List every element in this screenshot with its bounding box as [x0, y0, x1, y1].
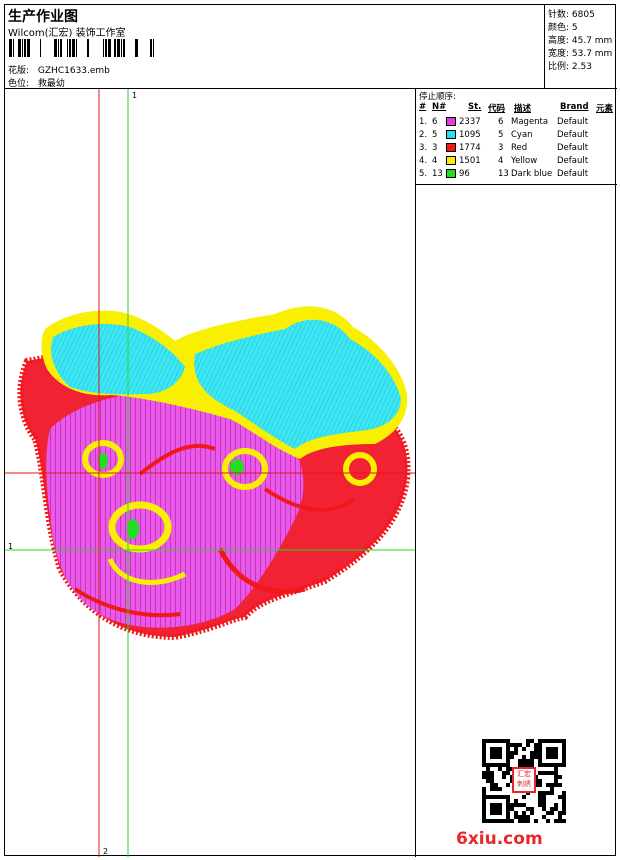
thread-description: Dark blue [511, 169, 553, 179]
col-stitches: St. [468, 102, 482, 112]
stop-row: 2. 5 1095 5 Cyan Default [416, 130, 617, 143]
thread-color-swatch [446, 117, 456, 126]
stamp-logo: 汇宏 刺绣 [512, 767, 536, 793]
green-guide-left-label: 1 [8, 542, 14, 551]
thread-brand: Default [557, 156, 589, 166]
col-element: 元素 [596, 104, 614, 114]
needle-number: 13 [432, 169, 443, 179]
scale-ratio: 比例: 2.53 [548, 62, 592, 72]
thread-brand: Default [557, 117, 589, 127]
design-file-name: GZHC1633.emb [37, 66, 110, 76]
green-nose-mark [127, 519, 139, 539]
thread-code: 3 [498, 143, 504, 153]
thread-description: Magenta [511, 117, 549, 127]
stats-panel: 针数: 6805 颜色: 5 高度: 45.7 mm 宽度: 53.7 mm 比… [545, 5, 617, 89]
stop-index: 4. [419, 156, 428, 166]
needle-number: 4 [432, 156, 438, 166]
design-file-row: 花版: GZHC1633.emb [8, 63, 110, 76]
design-height: 高度: 45.7 mm [548, 36, 613, 46]
red-guide-bottom-label: 2 [103, 847, 109, 856]
embroidery-preview [5, 89, 415, 857]
thread-brand: Default [557, 130, 589, 140]
col-brand: Brand [560, 102, 589, 112]
site-watermark: 6xiu.com [456, 829, 543, 849]
stop-index: 1. [419, 117, 428, 127]
thread-color-swatch [446, 156, 456, 165]
stitch-count: 针数: 6805 [548, 10, 595, 20]
thread-color-swatch [446, 169, 456, 178]
needle-number: 3 [432, 143, 438, 153]
colorway-value: 救最幼 [37, 79, 65, 89]
stop-index: 3. [419, 143, 428, 153]
thread-color-swatch [446, 143, 456, 152]
stop-sequence-title: 停止顺序: [419, 92, 456, 102]
stitch-count-cell: 1095 [459, 130, 481, 140]
stop-index: 5. [419, 169, 428, 179]
col-description: 描述 [514, 104, 532, 114]
stitch-count-cell: 2337 [459, 117, 481, 127]
color-count: 颜色: 5 [548, 23, 578, 33]
stop-row: 3. 3 1774 3 Red Default [416, 143, 617, 156]
studio-name: Wilcom(汇宏) 装饰工作室 [8, 28, 126, 39]
thread-code: 5 [498, 130, 504, 140]
stop-sequence-table: 停止顺序: # N# St. 代码 描述 Brand 元素 1. 6 2337 6 Ma… [416, 89, 617, 185]
stop-sequence-columns: # N# St. 代码 描述 Brand 元素 [416, 102, 617, 114]
worksheet-frame: 生产作业图 Wilcom(汇宏) 装饰工作室 花版: GZHC1633.emb … [4, 4, 617, 857]
page-title: 生产作业图 [8, 9, 78, 25]
thread-description: Cyan [511, 130, 533, 140]
needle-number: 5 [432, 130, 438, 140]
stitch-count-cell: 1774 [459, 143, 481, 153]
colorway-row: 色位: 救最幼 [8, 76, 65, 89]
thread-brand: Default [557, 143, 589, 153]
thread-code: 6 [498, 117, 504, 127]
needle-number: 6 [432, 117, 438, 127]
design-canvas: 1 1 2 [5, 89, 416, 857]
design-file-label: 花版: [8, 66, 30, 76]
stop-row: 1. 6 2337 6 Magenta Default [416, 117, 617, 130]
thread-description: Red [511, 143, 528, 153]
thread-code: 4 [498, 156, 504, 166]
header-panel: 生产作业图 Wilcom(汇宏) 装饰工作室 花版: GZHC1633.emb … [5, 5, 545, 89]
stitch-count-cell: 1501 [459, 156, 481, 166]
stop-index: 2. [419, 130, 428, 140]
stop-row: 4. 4 1501 4 Yellow Default [416, 156, 617, 169]
col-needle: N# [432, 102, 447, 112]
col-index: # [419, 102, 427, 112]
thread-description: Yellow [511, 156, 538, 166]
design-width: 宽度: 53.7 mm [548, 49, 613, 59]
thread-color-swatch [446, 130, 456, 139]
thread-code: 13 [498, 169, 509, 179]
side-panel: 停止顺序: # N# St. 代码 描述 Brand 元素 1. 6 2337 6 Ma… [416, 89, 617, 857]
green-guide-top-label: 1 [132, 91, 138, 100]
stitch-count-cell: 96 [459, 169, 470, 179]
colorway-label: 色位: [8, 79, 30, 89]
thread-brand: Default [557, 169, 589, 179]
col-code: 代码 [488, 104, 506, 114]
barcode [9, 39, 154, 57]
stop-row: 5. 13 96 13 Dark blue Default [416, 169, 617, 182]
